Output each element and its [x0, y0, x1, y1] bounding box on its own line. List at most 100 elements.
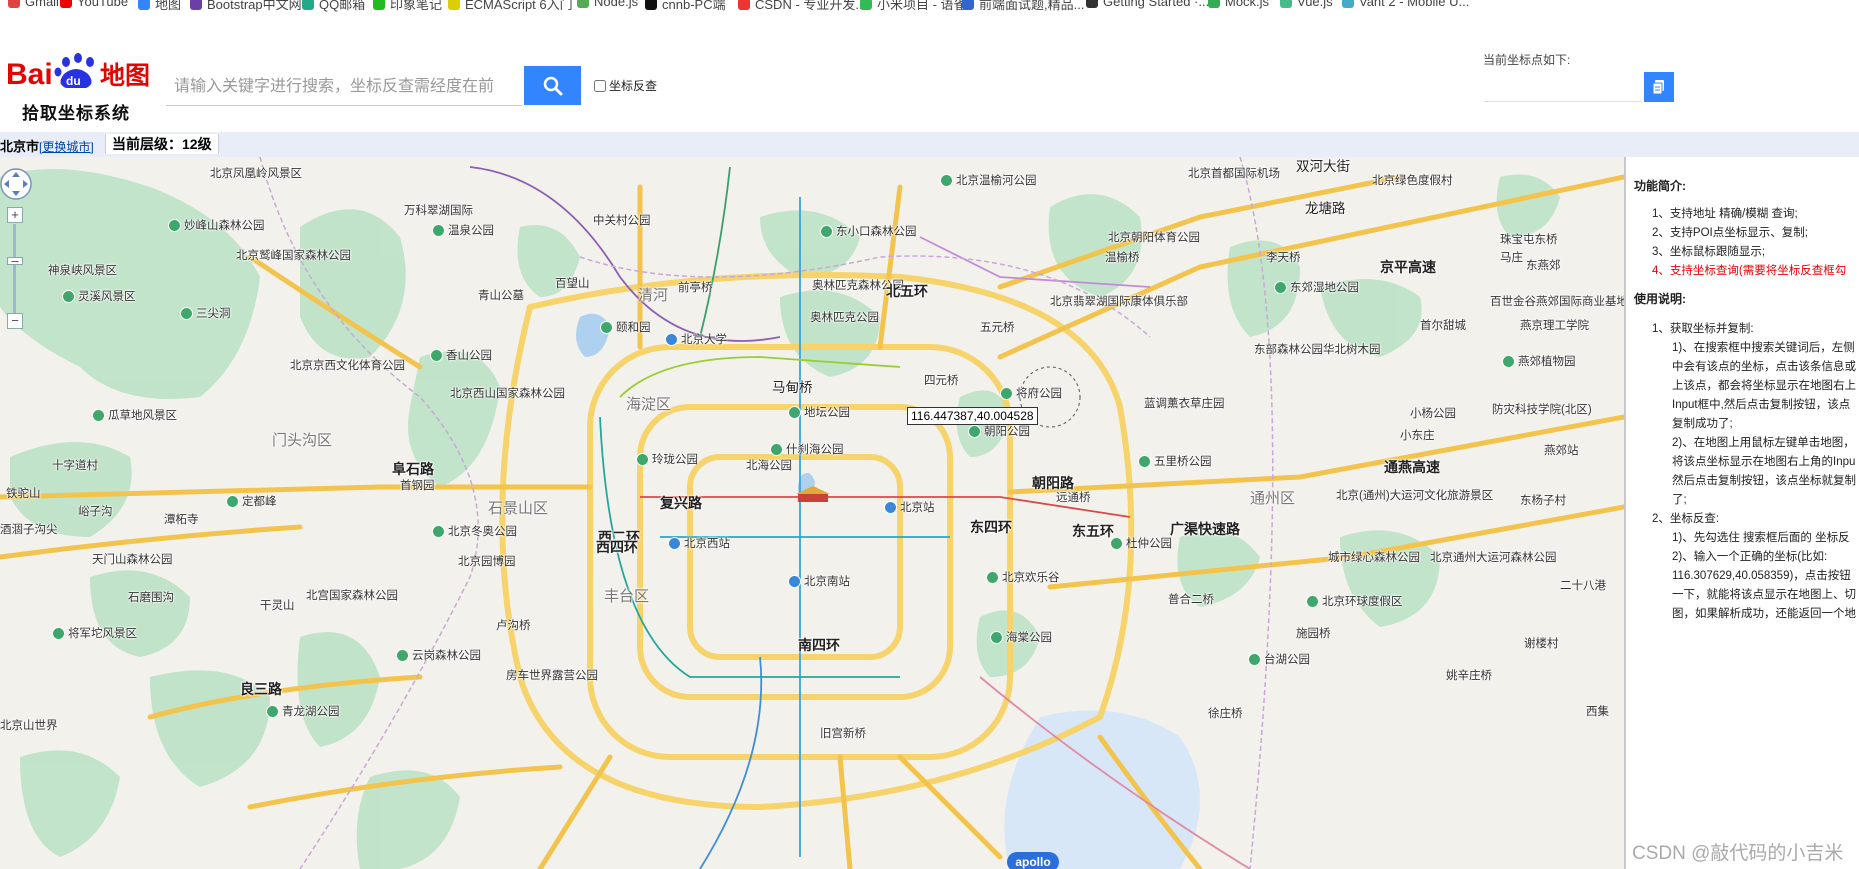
zoom-slider-track[interactable] — [13, 224, 16, 314]
map-label[interactable]: 房车世界露营公园 — [506, 667, 598, 683]
map-label[interactable]: 北京环球度假区 — [1306, 593, 1403, 609]
map-label[interactable]: 温榆桥 — [1105, 249, 1140, 265]
bookmark-es6[interactable]: ECMAScript 6入门 — [448, 0, 573, 12]
map-label[interactable]: 旧宫新桥 — [820, 725, 866, 741]
bookmark-vant[interactable]: Vant 2 - Mobile U... — [1342, 0, 1469, 9]
map-label[interactable]: 小东庄 — [1400, 427, 1435, 443]
map-label[interactable]: 石磨围沟 — [128, 589, 174, 605]
map-label[interactable]: 防灾科技学院(北区) — [1492, 401, 1592, 417]
map-label[interactable]: 朝阳公园 — [968, 423, 1030, 439]
map-label[interactable]: 西集 — [1586, 703, 1609, 719]
zoom-in-button[interactable]: + — [7, 207, 23, 223]
map-label[interactable]: 北宫国家森林公园 — [306, 587, 398, 603]
map-label[interactable]: 北京园博园 — [458, 553, 516, 569]
map-label[interactable]: 妙峰山森林公园 — [168, 217, 265, 233]
map-label[interactable]: 杜仲公园 — [1110, 535, 1172, 551]
map-label[interactable]: 天门山森林公园 — [92, 551, 173, 567]
map-label[interactable]: 神泉峡风景区 — [48, 262, 117, 278]
map-label[interactable]: 峪子沟 — [78, 503, 113, 519]
search-button[interactable] — [524, 66, 581, 105]
map-label[interactable]: 铁驼山 — [6, 485, 41, 501]
map-label[interactable]: 北京绿色度假村 — [1372, 172, 1453, 188]
map-label[interactable]: 北京凤凰岭风景区 — [210, 165, 302, 181]
map-label[interactable]: 首钢园 — [400, 477, 435, 493]
map-label[interactable]: 谢楼村 — [1524, 635, 1559, 651]
bookmark-getting-started[interactable]: Getting Started ·... — [1086, 0, 1209, 9]
map-label[interactable]: 双河大街 — [1296, 157, 1350, 175]
map-label[interactable]: 北京朝阳体育公园 — [1108, 229, 1200, 245]
bookmark-yuque[interactable]: 小米项目 - 语雀 — [860, 0, 967, 12]
map-label[interactable]: 四元桥 — [924, 372, 959, 388]
map-label[interactable]: 北京大学 — [665, 331, 727, 347]
map-label[interactable]: 北京冬奥公园 — [432, 523, 517, 539]
map-label[interactable]: 将府公园 — [1000, 385, 1062, 401]
search-input[interactable] — [166, 68, 522, 106]
map-label[interactable]: 海棠公园 — [990, 629, 1052, 645]
map-pan-control[interactable] — [0, 167, 32, 201]
map-label[interactable]: 瓜草地风景区 — [92, 407, 177, 423]
map-label[interactable]: 马甸桥 — [772, 376, 813, 396]
zoom-out-button[interactable]: − — [7, 313, 23, 329]
map-label[interactable]: 东郊湿地公园 — [1274, 279, 1359, 295]
map-label[interactable]: 北京山世界 — [0, 717, 58, 733]
map-label[interactable]: 北京站 — [884, 499, 935, 515]
map-zoom-control[interactable]: + – − — [6, 207, 24, 329]
bookmark-map[interactable]: 地图 — [138, 0, 181, 12]
map-label[interactable]: 北京鹫峰国家森林公园 — [236, 247, 351, 263]
map-label[interactable]: 城市绿心森林公园 — [1328, 549, 1420, 565]
map-label[interactable]: 首尔甜城 — [1420, 317, 1466, 333]
map-label[interactable]: 东燕郊 — [1526, 257, 1561, 273]
map-label[interactable]: 潭柘寺 — [164, 511, 199, 527]
map-label[interactable]: 北京西站 — [668, 535, 730, 551]
map-label[interactable]: 卢沟桥 — [496, 617, 531, 633]
bookmark-csdn[interactable]: CSDN - 专业开发... — [738, 0, 866, 12]
map-label[interactable]: 东杨子村 — [1520, 492, 1566, 508]
bookmark-gmail[interactable]: Gmail — [8, 0, 59, 9]
map-canvas[interactable]: 北京凤凰岭风景区 妙峰山森林公园 北京鹫峰国家森林公园 神泉峡风景区 灵溪风景区… — [0, 157, 1624, 869]
map-label[interactable]: 什刹海公园 — [770, 441, 844, 457]
map-label[interactable]: 徐庄桥 — [1208, 705, 1243, 721]
map-label[interactable]: 燕郊站 — [1544, 442, 1579, 458]
map-label[interactable]: 五元桥 — [980, 319, 1015, 335]
map-label[interactable]: 地坛公园 — [788, 404, 850, 420]
map-label[interactable]: 小杨公园 — [1410, 405, 1456, 421]
map-label[interactable]: 玲珑公园 — [636, 451, 698, 467]
map-label[interactable]: 酒涸子沟尖 — [0, 521, 58, 537]
bookmark-qqmail[interactable]: QQ邮箱 — [302, 0, 365, 12]
bookmark-nodejs[interactable]: Node.js — [577, 0, 638, 9]
map-label[interactable]: 蓝调薰衣草庄园 — [1144, 395, 1225, 411]
apollo-badge[interactable]: apollo — [1007, 852, 1059, 869]
map-label[interactable]: 二十八港 — [1560, 577, 1606, 593]
map-label[interactable]: 东部森林公园华北树木园 — [1254, 341, 1381, 357]
map-label[interactable]: 北京西山国家森林公园 — [450, 385, 565, 401]
bookmark-interview[interactable]: 前端面试题,精品... — [962, 0, 1084, 12]
map-label[interactable]: 北京通州大运河森林公园 — [1430, 549, 1557, 565]
copy-button[interactable] — [1644, 72, 1674, 102]
map-label[interactable]: 北京欢乐谷 — [986, 569, 1060, 585]
map-label[interactable]: 青山公墓 — [478, 287, 524, 303]
bookmark-youtube[interactable]: YouTube — [60, 0, 128, 9]
map-label[interactable]: 北京(通州)大运河文化旅游景区 — [1336, 487, 1493, 503]
map-label[interactable]: 北京南站 — [788, 573, 850, 589]
map-label[interactable]: 百世金谷燕郊国际商业基地 — [1490, 293, 1624, 309]
map-label[interactable]: 北京京西文化体育公园 — [290, 357, 405, 373]
map-label[interactable]: 远通桥 — [1056, 489, 1091, 505]
bookmark-yinxiang[interactable]: 印象笔记 — [373, 0, 442, 12]
map-label[interactable]: 青龙湖公园 — [266, 703, 340, 719]
map-label[interactable]: 奥林匹克公园 — [810, 309, 879, 325]
map-label[interactable]: 百望山 — [555, 275, 590, 291]
change-city-link[interactable]: [更换城市] — [39, 140, 94, 154]
bookmark-vuejs[interactable]: Vue.js — [1280, 0, 1333, 9]
current-coordinate-field[interactable] — [1484, 72, 1642, 102]
map-label[interactable]: 燕京理工学院 — [1520, 317, 1589, 333]
map-label[interactable]: 定都峰 — [226, 493, 277, 509]
map-label[interactable]: 五里桥公园 — [1138, 453, 1212, 469]
map-label[interactable]: 温泉公园 — [432, 222, 494, 238]
map-label[interactable]: 普合二桥 — [1168, 591, 1214, 607]
bookmark-cnnb[interactable]: cnnb-PC端 — [645, 0, 726, 12]
map-label[interactable]: 珠宝屯东桥 — [1500, 231, 1558, 247]
map-label[interactable]: 万科翠湖国际 — [404, 202, 473, 218]
map-label[interactable]: 李天桥 — [1266, 249, 1301, 265]
map-label[interactable]: 马庄 — [1500, 249, 1523, 265]
map-label[interactable]: 云岗森林公园 — [396, 647, 481, 663]
